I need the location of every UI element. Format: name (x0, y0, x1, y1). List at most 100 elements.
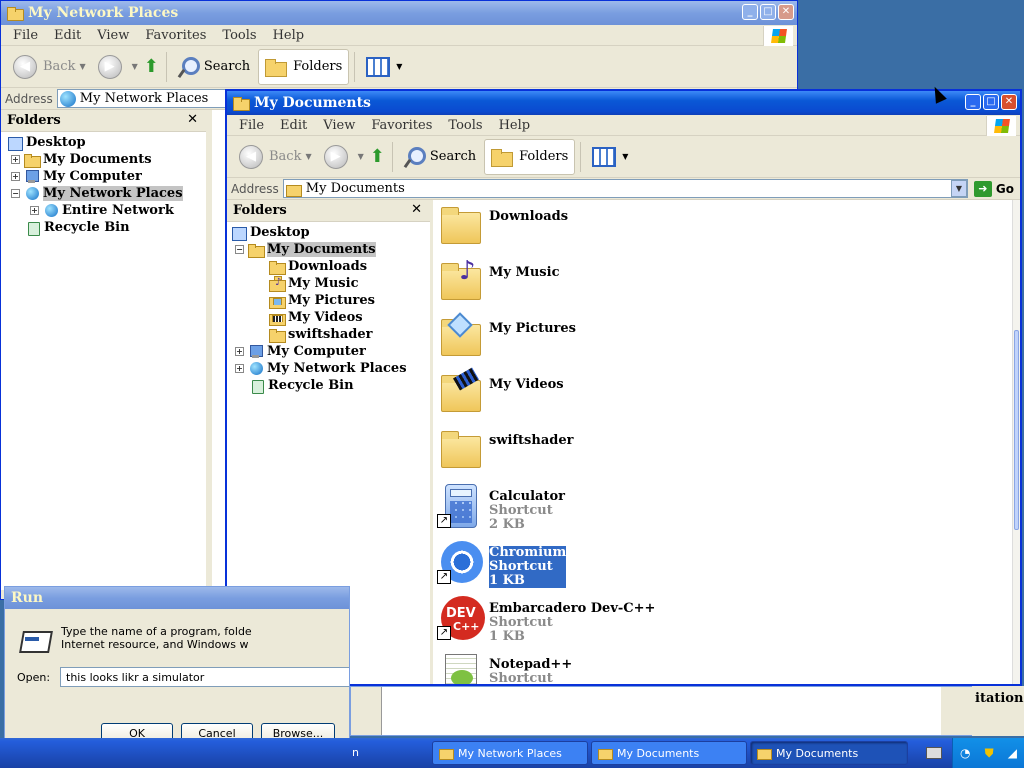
menu-edit[interactable]: Edit (280, 118, 307, 133)
keyboard-icon[interactable] (926, 747, 942, 759)
tree-item-recycle-bin[interactable]: Recycle Bin (1, 219, 206, 236)
tree-item-my-computer[interactable]: + My Computer (1, 168, 206, 185)
folders-button[interactable]: Folders (484, 138, 576, 175)
volume-icon[interactable]: ◢ (1008, 746, 1017, 760)
tree-item-my-documents[interactable]: + My Documents (1, 151, 206, 168)
tree-item-recycle-bin[interactable]: Recycle Bin (227, 377, 430, 394)
menu-view[interactable]: View (97, 28, 129, 43)
tree-item-my-computer[interactable]: + My Computer (227, 343, 430, 360)
menu-file[interactable]: File (13, 28, 38, 43)
pictures-folder-icon (437, 312, 485, 362)
menu-view[interactable]: View (323, 118, 355, 133)
expand-icon[interactable]: + (11, 172, 20, 181)
back-button[interactable]: ◀ Back ▼ (233, 139, 318, 175)
list-item-my-music[interactable]: ♪ My Music (437, 256, 977, 314)
close-button[interactable]: ✕ (1001, 94, 1017, 110)
menu-file[interactable]: File (239, 118, 264, 133)
computer-icon (24, 169, 40, 184)
back-arrow-icon: ◀ (13, 54, 37, 79)
collapse-icon[interactable]: − (235, 245, 244, 254)
up-folder-icon[interactable]: ⬆ (144, 56, 159, 77)
views-icon[interactable] (366, 56, 391, 77)
run-title-bar[interactable]: Run (5, 587, 349, 609)
maximize-button[interactable]: □ (760, 4, 776, 20)
recycle-bin-icon (25, 221, 41, 236)
menu-help[interactable]: Help (499, 118, 531, 133)
collapse-icon[interactable]: − (11, 189, 20, 198)
title-bar[interactable]: My Network Places _ □ ✕ (1, 1, 797, 25)
taskbar-item-my-network-places[interactable]: My Network Places (432, 741, 588, 765)
menu-tools[interactable]: Tools (448, 118, 482, 133)
network-tray-icon[interactable]: ◔ (960, 746, 970, 760)
vertical-scrollbar[interactable] (1012, 200, 1020, 684)
list-item-my-videos[interactable]: My Videos (437, 367, 977, 426)
list-item-my-pictures[interactable]: My Pictures (437, 312, 977, 370)
music-folder-icon: ♪ (437, 256, 485, 306)
expand-icon[interactable]: + (30, 206, 39, 215)
tree-item-my-documents[interactable]: − My Documents (227, 241, 430, 258)
shield-icon[interactable]: ⛊ (985, 746, 994, 761)
folder-icon (7, 6, 24, 21)
list-item-downloads[interactable]: Downloads (437, 202, 977, 258)
menu-bar: File Edit View Favorites Tools Help (1, 25, 797, 46)
minimize-button[interactable]: _ (965, 94, 981, 110)
minimize-button[interactable]: _ (742, 4, 758, 20)
menu-help[interactable]: Help (273, 28, 305, 43)
expand-icon[interactable]: + (235, 347, 244, 356)
open-input[interactable]: this looks likr a simulator (60, 667, 349, 687)
forward-arrow-icon: ▶ (97, 54, 122, 79)
tree-item-my-pictures[interactable]: My Pictures (227, 292, 430, 309)
folder-icon (439, 747, 454, 760)
tree-item-my-videos[interactable]: My Videos (227, 309, 430, 326)
calculator-icon: ↗ (437, 482, 485, 530)
address-field[interactable]: My Documents ▼ (282, 179, 968, 198)
list-item-chromium[interactable]: ↗ Chromium Shortcut 1 KB (437, 538, 977, 594)
taskbar-item-my-documents[interactable]: My Documents (591, 741, 747, 765)
back-button[interactable]: ◀ Back ▼ (7, 49, 92, 85)
up-folder-icon[interactable]: ⬆ (370, 146, 385, 167)
tree-item-desktop[interactable]: Desktop (227, 224, 430, 241)
title-bar[interactable]: My Documents _ □ ✕ (227, 91, 1020, 115)
toolbar: ◀ Back ▼ ▶ ▼ ⬆ Search Folders ▼ (227, 136, 1020, 178)
forward-button[interactable]: ▶ ▼ (318, 139, 370, 175)
views-icon[interactable] (592, 146, 617, 167)
menu-favorites[interactable]: Favorites (145, 28, 206, 43)
dropdown-arrow-icon[interactable]: ▼ (950, 180, 967, 197)
list-item-notepad-plus-plus[interactable]: Notepad++ Shortcut (437, 650, 977, 684)
documents-folder-icon (24, 153, 41, 168)
tree-item-my-music[interactable]: My Music (227, 275, 430, 292)
videos-folder-icon (437, 367, 485, 418)
search-button[interactable]: Search (170, 49, 256, 85)
tree-item-entire-network[interactable]: + Entire Network (1, 202, 206, 219)
expand-icon[interactable]: + (11, 155, 20, 164)
tree-item-downloads[interactable]: Downloads (227, 258, 430, 275)
list-item-calculator[interactable]: ↗ Calculator Shortcut 2 KB (437, 482, 977, 538)
list-item-swiftshader[interactable]: swiftshader (437, 426, 977, 482)
tree-label: My Computer (43, 169, 142, 184)
menu-edit[interactable]: Edit (54, 28, 81, 43)
close-icon[interactable]: ✕ (187, 112, 198, 127)
forward-button[interactable]: ▶ ▼ (92, 49, 144, 85)
close-button[interactable]: ✕ (778, 4, 794, 20)
taskbar-partial-item[interactable]: n (350, 741, 425, 765)
expand-icon[interactable]: + (235, 364, 244, 373)
close-icon[interactable]: ✕ (411, 202, 422, 217)
tree-label: My Computer (267, 344, 366, 359)
tree-item-my-network-places[interactable]: − My Network Places (1, 185, 206, 202)
item-name: My Music (489, 265, 560, 280)
tree-item-swiftshader[interactable]: swiftshader (227, 326, 430, 343)
scrollbar-thumb[interactable] (1014, 330, 1019, 530)
tree-item-desktop[interactable]: Desktop (1, 134, 206, 151)
globe-icon (43, 203, 59, 218)
menu-favorites[interactable]: Favorites (371, 118, 432, 133)
maximize-button[interactable]: □ (983, 94, 999, 110)
tree-item-my-network-places[interactable]: + My Network Places (227, 360, 430, 377)
tree-label: My Network Places (43, 186, 183, 201)
folders-button[interactable]: Folders (258, 48, 350, 85)
list-item-embarcadero-dev-cpp[interactable]: DEV C++ ↗ Embarcadero Dev-C++ Shortcut 1 K… (437, 594, 977, 650)
go-button[interactable]: ➜ Go (968, 180, 1020, 197)
search-button[interactable]: Search (396, 139, 482, 175)
taskbar-item-my-documents-active[interactable]: My Documents (750, 741, 908, 765)
run-dialog[interactable]: Run Type the name of a program, folde In… (4, 586, 350, 762)
menu-tools[interactable]: Tools (222, 28, 256, 43)
